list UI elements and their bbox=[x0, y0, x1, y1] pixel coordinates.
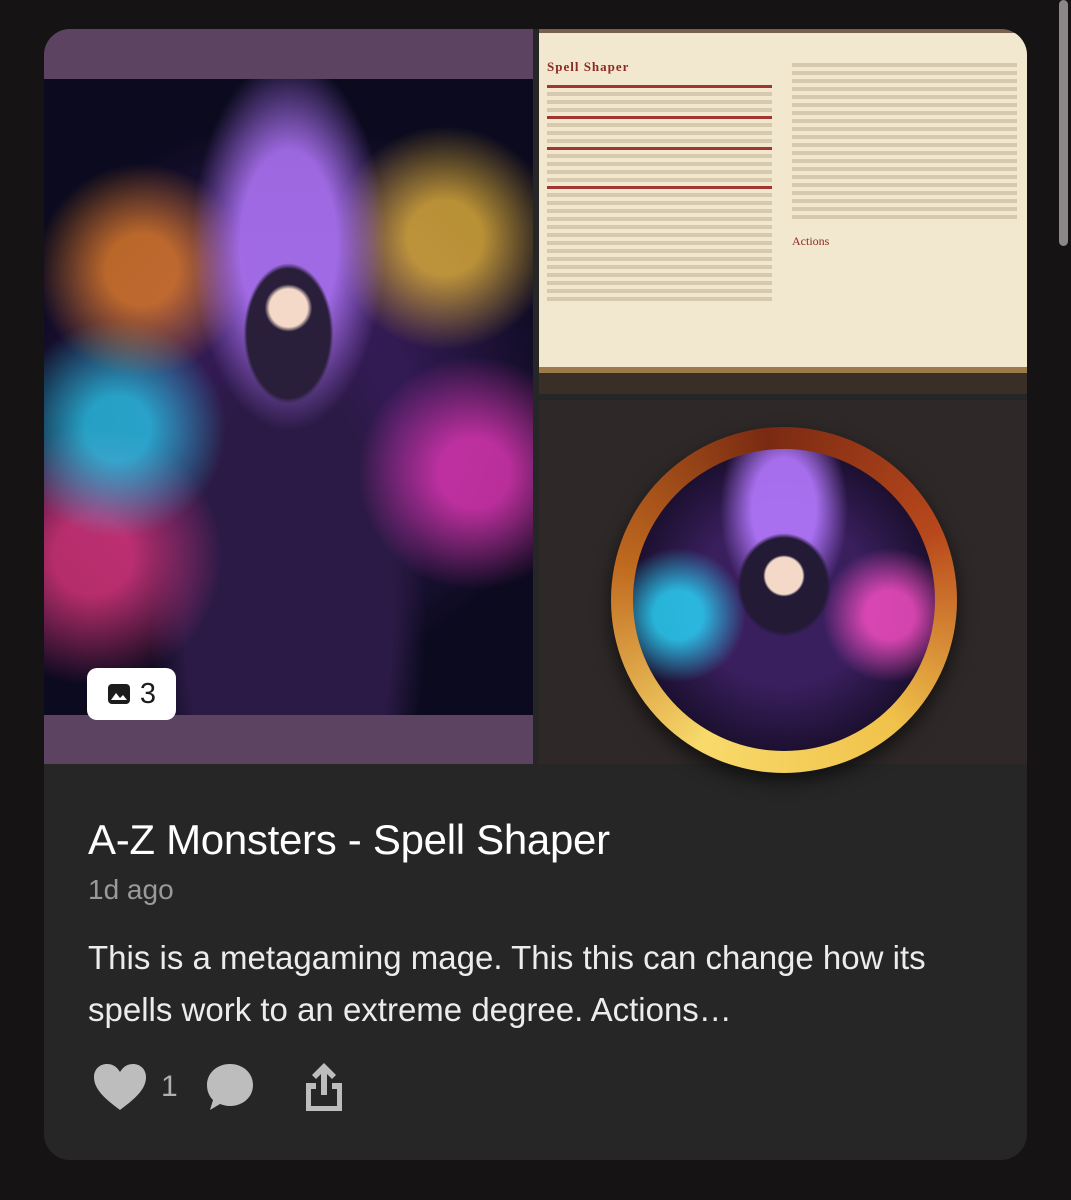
post-title[interactable]: A-Z Monsters - Spell Shaper bbox=[88, 816, 610, 864]
scrollbar[interactable] bbox=[1059, 0, 1068, 246]
image-icon bbox=[107, 684, 130, 704]
post-timestamp: 1d ago bbox=[88, 874, 174, 905]
stat-block-actions-heading: Actions bbox=[792, 234, 830, 248]
image-count-badge: 3 bbox=[87, 668, 176, 720]
share-icon bbox=[305, 1063, 342, 1111]
post-card[interactable]: 3 Spell Shaper Actions A-Z Monsters - Sp… bbox=[44, 29, 1027, 1160]
post-actions: 1 bbox=[92, 1059, 346, 1115]
stat-block-heading: Spell Shaper bbox=[547, 59, 630, 74]
share-button[interactable] bbox=[302, 1061, 346, 1113]
main-art-image[interactable]: 3 bbox=[44, 29, 533, 764]
token-ring bbox=[611, 427, 957, 773]
spell-shaper-illustration bbox=[44, 79, 533, 715]
post-description[interactable]: This is a metagaming mage. This this can… bbox=[88, 932, 988, 1036]
comment-icon bbox=[206, 1064, 253, 1110]
like-count: 1 bbox=[161, 1070, 178, 1103]
image-gallery: 3 Spell Shaper Actions bbox=[44, 29, 1027, 773]
stat-block-left-column bbox=[547, 81, 772, 305]
heart-icon bbox=[94, 1064, 146, 1110]
comment-button[interactable] bbox=[204, 1061, 256, 1113]
stat-block-image[interactable]: Spell Shaper Actions bbox=[539, 29, 1027, 394]
stat-block-right-column bbox=[792, 59, 1017, 223]
like-button[interactable]: 1 bbox=[92, 1062, 178, 1112]
token-image[interactable] bbox=[539, 400, 1027, 773]
image-count: 3 bbox=[139, 677, 157, 710]
token-portrait bbox=[633, 449, 935, 751]
